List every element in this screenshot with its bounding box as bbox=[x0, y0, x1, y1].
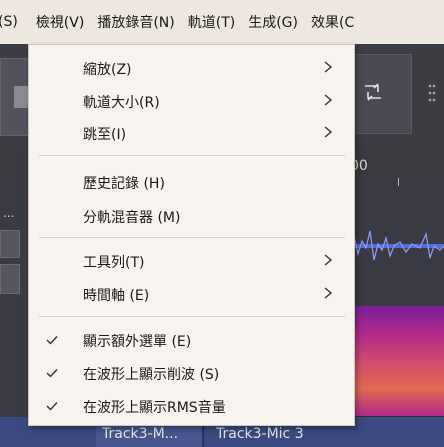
menu-item-go-to[interactable]: 跳至(I) bbox=[29, 117, 354, 149]
menu-item-show-rms[interactable]: 在波形上顯示RMS音量 bbox=[29, 390, 354, 422]
track-control-box[interactable] bbox=[0, 264, 20, 294]
grip-handle-icon[interactable] bbox=[427, 82, 437, 104]
clip-label-1: Track3-M... bbox=[102, 426, 179, 442]
menu-item-label: 分軌混音器 (M) bbox=[83, 210, 181, 226]
waveform-graphic bbox=[349, 230, 444, 261]
menu-item-label: 在波形上顯示削波 (S) bbox=[83, 367, 220, 383]
ruler-tick bbox=[398, 178, 399, 186]
clip-label-2: Track3-Mic 3 bbox=[216, 426, 304, 442]
menu-item-label: 跳至(I) bbox=[83, 127, 127, 143]
menu-item-label: 在波形上顯示RMS音量 bbox=[83, 400, 226, 416]
waveform-area[interactable] bbox=[349, 186, 444, 306]
menu-effect[interactable]: 效果(C bbox=[311, 12, 354, 32]
menu-item-label: 工具列(T) bbox=[83, 255, 145, 271]
menu-view[interactable]: 檢視(V) bbox=[36, 12, 85, 32]
menu-item-history[interactable]: 歷史記錄 (H) bbox=[29, 166, 354, 198]
menu-separator bbox=[39, 316, 345, 317]
view-menu-dropdown: 縮放(Z) 軌道大小(R) 跳至(I) 歷史記錄 (H) 分軌混音器 (M) 工… bbox=[28, 44, 355, 426]
menu-item-toolbars[interactable]: 工具列(T) bbox=[29, 245, 354, 277]
chevron-right-icon bbox=[324, 94, 333, 106]
checkmark-icon bbox=[46, 402, 58, 411]
menu-generate[interactable]: 生成(G) bbox=[248, 12, 298, 32]
menu-select[interactable]: (S) bbox=[0, 14, 18, 30]
menu-item-zoom[interactable]: 縮放(Z) bbox=[29, 52, 354, 84]
menu-item-track-size[interactable]: 軌道大小(R) bbox=[29, 85, 354, 117]
loop-icon bbox=[365, 83, 381, 101]
menu-item-label: 時間軸 (E) bbox=[83, 288, 150, 304]
menu-item-mixer-board[interactable]: 分軌混音器 (M) bbox=[29, 200, 354, 232]
menu-tracks[interactable]: 軌道(T) bbox=[188, 12, 235, 32]
menu-item-label: 縮放(Z) bbox=[83, 62, 132, 78]
chevron-right-icon bbox=[324, 61, 333, 73]
checkmark-icon bbox=[46, 336, 58, 345]
checkmark-icon bbox=[46, 369, 58, 378]
menu-item-show-clipping[interactable]: 在波形上顯示削波 (S) bbox=[29, 357, 354, 389]
menu-transport[interactable]: 播放錄音(N) bbox=[97, 12, 174, 32]
spectrogram[interactable] bbox=[350, 306, 444, 416]
menu-item-label: 歷史記錄 (H) bbox=[83, 176, 165, 192]
chevron-right-icon bbox=[324, 254, 333, 266]
chevron-right-icon bbox=[324, 287, 333, 299]
menu-separator bbox=[39, 237, 345, 238]
menubar: (S) 檢視(V) 播放錄音(N) 軌道(T) 生成(G) 效果(C bbox=[0, 0, 444, 44]
menu-item-label: 顯示額外選單 (E) bbox=[83, 334, 192, 350]
menu-item-label: 軌道大小(R) bbox=[83, 95, 160, 111]
track-panel-dots: ... bbox=[3, 206, 15, 220]
track-control-box[interactable] bbox=[0, 230, 20, 258]
menu-separator bbox=[39, 155, 345, 156]
chevron-right-icon bbox=[324, 126, 333, 138]
menu-item-timeline[interactable]: 時間軸 (E) bbox=[29, 278, 354, 310]
menu-item-extra-menus[interactable]: 顯示額外選單 (E) bbox=[29, 324, 354, 356]
